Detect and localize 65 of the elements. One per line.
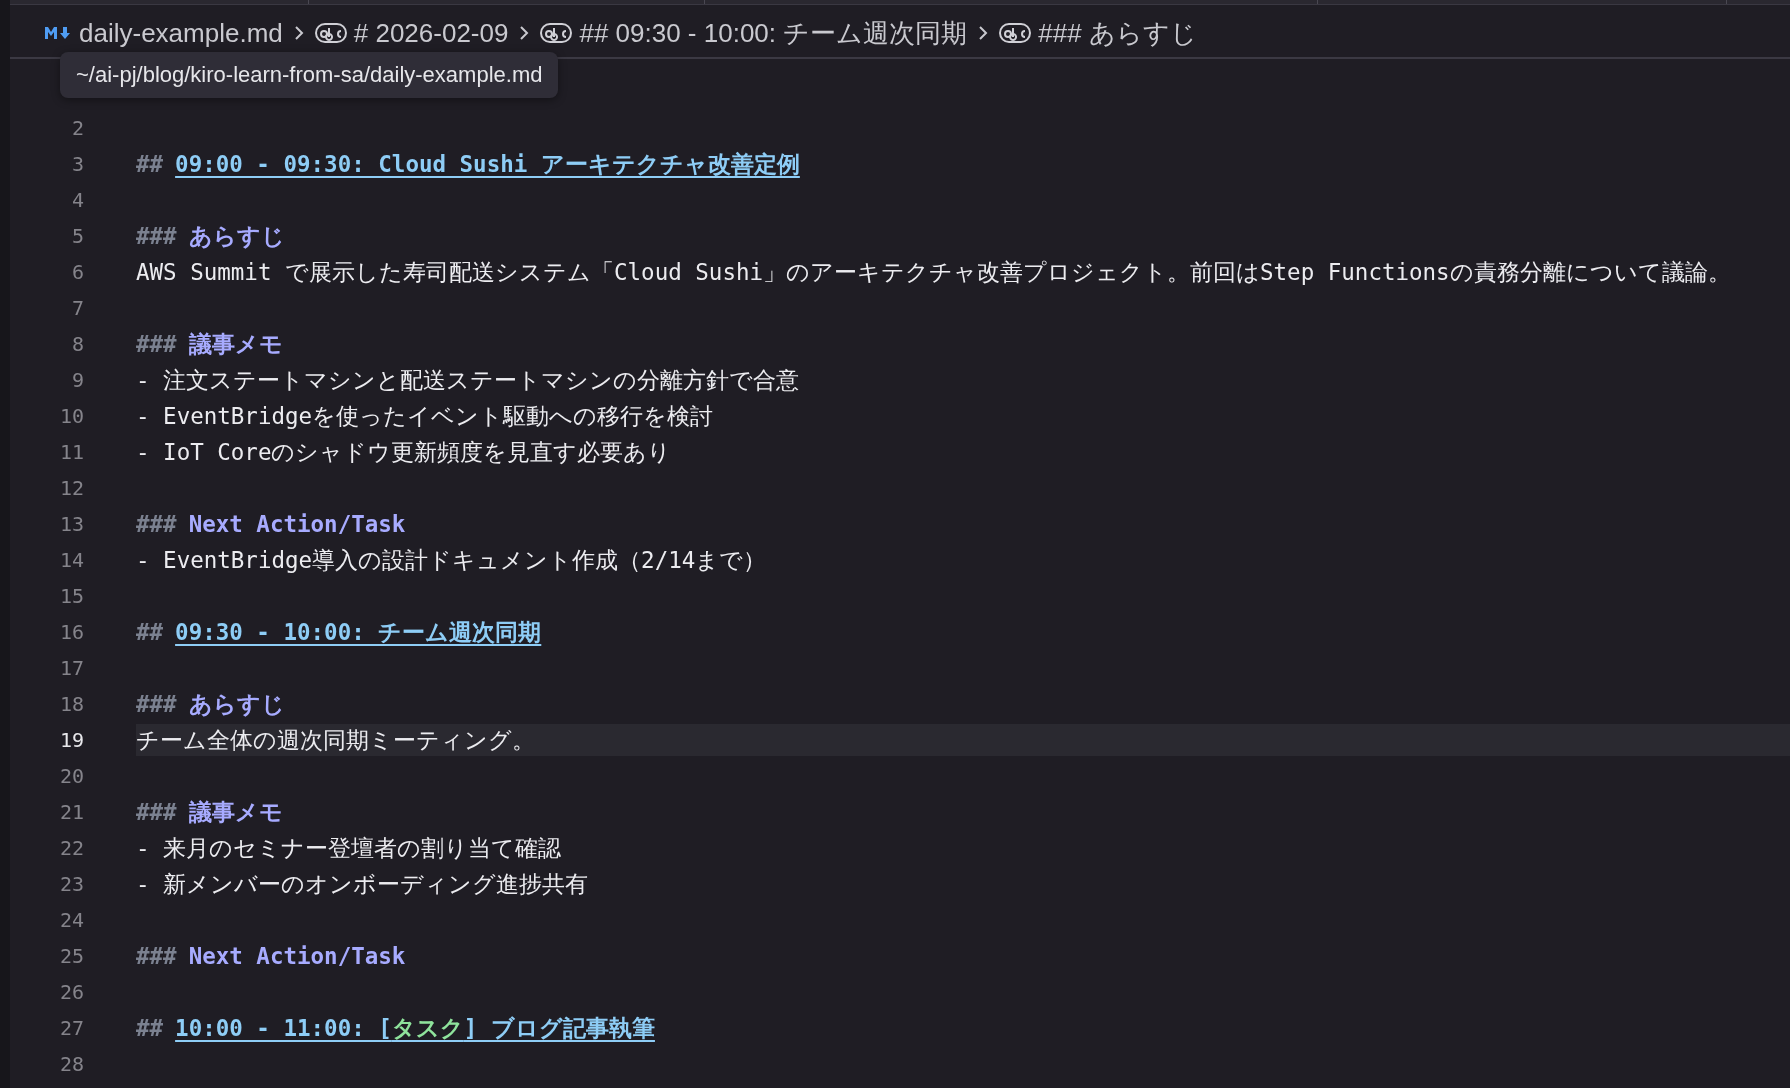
text-line: - EventBridgeを使ったイベント駆動への移行を検討	[136, 401, 714, 431]
line-number: 16	[58, 620, 84, 644]
text-line: - IoT Coreのシャドウ更新頻度を見直す必要あり	[136, 437, 672, 467]
symbol-icon	[540, 23, 573, 43]
heading-marker: ###	[136, 691, 177, 717]
chevron-icon	[292, 25, 305, 41]
text-line: - EventBridge導入の設計ドキュメント作成（2/14まで）	[136, 545, 767, 575]
line-number: 24	[58, 908, 84, 932]
line-number: 8	[70, 332, 84, 356]
line-number: 15	[58, 584, 84, 608]
heading-link[interactable]: 10:00 - 11:00: [タスク] ブログ記事執筆	[175, 1012, 655, 1044]
heading-marker: ###	[136, 943, 177, 969]
line-number: 9	[70, 368, 84, 392]
line-number: 22	[58, 836, 84, 860]
heading-link[interactable]: 09:00 - 09:30: Cloud Sushi アーキテクチャ改善定例	[175, 148, 800, 180]
line-number: 28	[58, 1052, 84, 1076]
line-number: 18	[58, 692, 84, 716]
subheading-text: 議事メモ	[188, 329, 283, 359]
subheading-text: あらすじ	[188, 689, 285, 719]
heading-marker: ###	[136, 511, 177, 537]
heading-marker: ##	[136, 1015, 164, 1041]
text-line: AWS Summit で展示した寿司配送システム「Cloud Sushi」のアーキテクチャ改善プロジェクト。前回はStep Functionsの責務分離について議論。	[136, 257, 1731, 287]
line-number: 19	[58, 728, 84, 752]
breadcrumb-item[interactable]: ### あらすじ	[1038, 15, 1197, 51]
line-number: 26	[58, 980, 84, 1004]
subheading-text: Next Action/Task	[188, 511, 406, 537]
heading-link[interactable]: 09:30 - 10:00: チーム週次同期	[175, 616, 542, 648]
line-number: 21	[58, 800, 84, 824]
chevron-icon	[977, 25, 990, 41]
line-number: 11	[58, 440, 84, 464]
symbol-icon	[999, 23, 1032, 43]
subheading-text: Next Action/Task	[188, 943, 406, 969]
line-number: 14	[58, 548, 84, 572]
line-number: 23	[58, 872, 84, 896]
heading-marker: ###	[136, 223, 177, 249]
line-number: 25	[58, 944, 84, 968]
line-number: 6	[70, 260, 84, 284]
line-number: 10	[58, 404, 84, 428]
text-line: - 新メンバーのオンボーディング進捗共有	[136, 869, 589, 899]
heading-marker: ##	[136, 619, 164, 645]
line-number: 5	[70, 224, 84, 248]
subheading-text: 議事メモ	[188, 797, 283, 827]
line-number: 12	[58, 476, 84, 500]
breadcrumb-item[interactable]: daily-example.md	[79, 17, 283, 49]
path-tooltip: ~/ai-pj/blog/kiro-learn-from-sa/daily-example.md	[60, 52, 559, 98]
heading-marker: ###	[136, 799, 177, 825]
markdown-icon	[44, 25, 72, 41]
text-line: チーム全体の週次同期ミーティング。	[136, 725, 535, 755]
breadcrumb-item[interactable]: # 2026-02-09	[353, 17, 509, 49]
breadcrumb-item[interactable]: ## 09:30 - 10:00: チーム週次同期	[579, 15, 968, 51]
text-line: - 来月のセミナー登壇者の割り当て確認	[136, 833, 562, 863]
heading-marker: ##	[136, 151, 164, 177]
line-number: 27	[58, 1016, 84, 1040]
symbol-icon	[314, 23, 347, 43]
line-number: 13	[58, 512, 84, 536]
line-number: 3	[70, 152, 84, 176]
heading-marker: ###	[136, 331, 177, 357]
chevron-icon	[518, 25, 531, 41]
text-line: - 注文ステートマシンと配送ステートマシンの分離方針で合意	[136, 365, 800, 395]
line-number: 4	[70, 188, 84, 212]
line-number: 20	[58, 764, 84, 788]
line-number: 2	[70, 116, 84, 140]
subheading-text: あらすじ	[188, 221, 285, 251]
line-number: 17	[58, 656, 84, 680]
line-number: 7	[70, 296, 84, 320]
